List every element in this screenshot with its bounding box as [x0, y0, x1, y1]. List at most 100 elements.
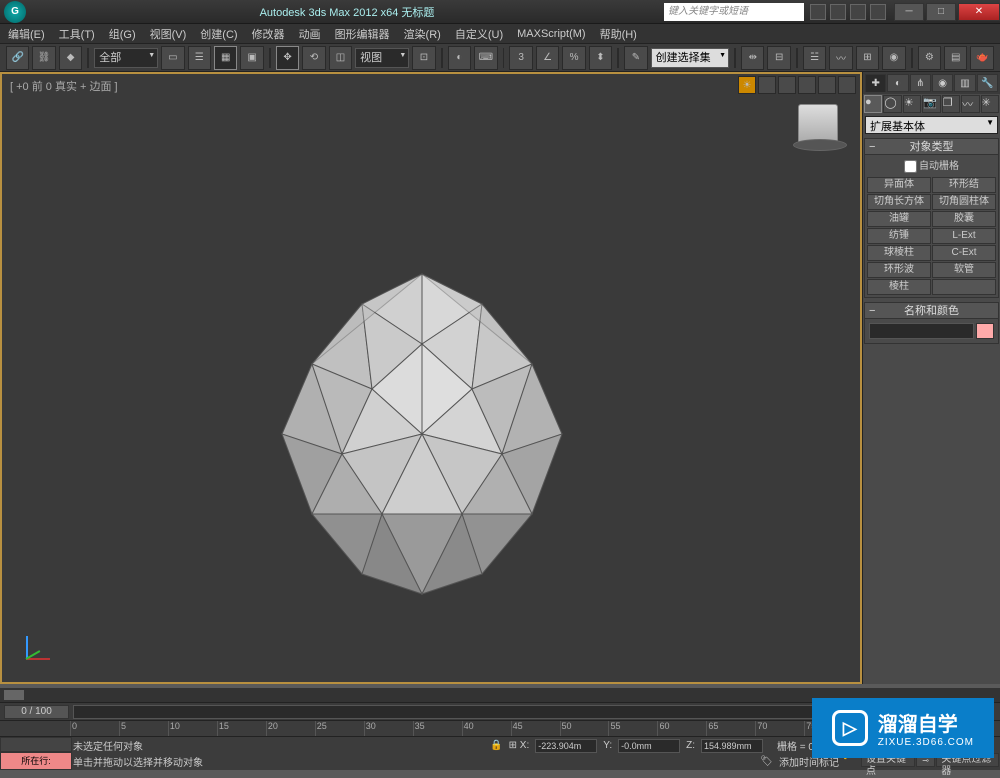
scale-icon[interactable]: ◫ — [329, 46, 352, 70]
link-icon[interactable]: 🔗 — [6, 46, 29, 70]
vp-icon-2[interactable] — [778, 76, 796, 94]
material-icon[interactable]: ◉ — [882, 46, 905, 70]
bind-icon[interactable]: ◆ — [59, 46, 82, 70]
curve-editor-icon[interactable]: 〰 — [829, 46, 852, 70]
rollout-header-namecolor[interactable]: 名称和颜色 — [865, 303, 998, 319]
scrollbar-thumb[interactable] — [4, 690, 24, 700]
angle-snap-icon[interactable]: ∠ — [536, 46, 559, 70]
object-name-input[interactable] — [869, 323, 974, 339]
minimize-button[interactable]: ─ — [894, 3, 924, 21]
menu-edit[interactable]: 编辑(E) — [8, 26, 45, 42]
oiltank-button[interactable]: 油罐 — [867, 211, 931, 227]
app-icon[interactable]: G — [4, 1, 26, 23]
select-rect-icon[interactable]: ▦ — [214, 46, 237, 70]
render-frame-icon[interactable]: ▤ — [944, 46, 967, 70]
comm-icon[interactable] — [850, 4, 866, 20]
z-coord-input[interactable]: 154.989mm — [701, 739, 763, 753]
schematic-icon[interactable]: ⊞ — [856, 46, 879, 70]
search-input[interactable]: 键入关键字或短语 — [664, 3, 804, 21]
help-icon[interactable] — [870, 4, 886, 20]
create-tab[interactable]: ✚ — [865, 74, 886, 92]
modify-tab[interactable]: ◐ — [887, 74, 908, 92]
viewport-label[interactable]: [ +0 前 0 真实 + 边面 ] — [10, 78, 118, 94]
geometry-icon[interactable]: ● — [864, 95, 882, 113]
y-coord-input[interactable]: -0.0mm — [618, 739, 680, 753]
gengon-button[interactable]: 球棱柱 — [867, 245, 931, 261]
spinner-snap-icon[interactable]: ⬍ — [589, 46, 612, 70]
star-icon[interactable] — [830, 4, 846, 20]
prism-button[interactable]: 棱柱 — [867, 279, 931, 295]
align-icon[interactable]: ⊟ — [767, 46, 790, 70]
window-crossing-icon[interactable]: ▣ — [240, 46, 263, 70]
space-icon[interactable]: 〰 — [961, 95, 979, 113]
pivot-icon[interactable]: ⊡ — [412, 46, 435, 70]
light-icon[interactable]: ☀ — [738, 76, 756, 94]
menu-maxscript[interactable]: MAXScript(M) — [517, 28, 585, 40]
spindle-button[interactable]: 纺锤 — [867, 228, 931, 244]
select-icon[interactable]: ▭ — [161, 46, 184, 70]
vp-icon-3[interactable] — [798, 76, 816, 94]
vp-icon-4[interactable] — [818, 76, 836, 94]
utilities-tab[interactable]: 🔧 — [977, 74, 998, 92]
color-swatch[interactable] — [976, 323, 994, 339]
menu-help[interactable]: 帮助(H) — [600, 26, 637, 42]
helpers-icon[interactable]: ❐ — [942, 95, 960, 113]
vp-icon-5[interactable] — [838, 76, 856, 94]
lext-button[interactable]: L-Ext — [932, 228, 996, 244]
script-listener[interactable]: 所在行: — [0, 752, 72, 770]
category-dropdown[interactable]: 扩展基本体 — [865, 116, 998, 134]
chamfercyl-button[interactable]: 切角圆柱体 — [932, 194, 996, 210]
hedra-button[interactable]: 异面体 — [867, 177, 931, 193]
cameras-icon[interactable]: 📷 — [922, 95, 940, 113]
layers-icon[interactable]: ☱ — [803, 46, 826, 70]
hose-button[interactable]: 软管 — [932, 262, 996, 278]
viewport[interactable]: [ +0 前 0 真实 + 边面 ] ☀ — [0, 72, 862, 684]
hierarchy-tab[interactable]: ⋔ — [910, 74, 931, 92]
menu-grapheditors[interactable]: 图形编辑器 — [335, 26, 390, 42]
shapes-icon[interactable]: ◯ — [883, 95, 901, 113]
refcoord-dropdown[interactable]: 视图 — [355, 48, 409, 68]
maximize-button[interactable]: □ — [926, 3, 956, 21]
autogrid-checkbox[interactable] — [904, 160, 917, 173]
ringwave-button[interactable]: 环形波 — [867, 262, 931, 278]
snap-icon[interactable]: 3 — [509, 46, 532, 70]
script-mini[interactable] — [0, 737, 72, 752]
menu-group[interactable]: 组(G) — [109, 26, 136, 42]
menu-customize[interactable]: 自定义(U) — [455, 26, 503, 42]
menu-rendering[interactable]: 渲染(R) — [404, 26, 441, 42]
rotate-icon[interactable]: ⟲ — [302, 46, 325, 70]
rollout-header-objtype[interactable]: 对象类型 — [865, 139, 998, 155]
move-icon[interactable]: ✥ — [276, 46, 299, 70]
named-selset-dropdown[interactable]: 创建选择集 — [651, 48, 729, 68]
mirror-icon[interactable]: ⇹ — [741, 46, 764, 70]
capsule-button[interactable]: 胶囊 — [932, 211, 996, 227]
unlink-icon[interactable]: ⛓ — [32, 46, 55, 70]
render-setup-icon[interactable]: ⚙ — [918, 46, 941, 70]
menu-animation[interactable]: 动画 — [299, 26, 321, 42]
info-icon[interactable] — [810, 4, 826, 20]
vp-icon-1[interactable] — [758, 76, 776, 94]
menu-views[interactable]: 视图(V) — [150, 26, 187, 42]
motion-tab[interactable]: ◉ — [932, 74, 953, 92]
close-button[interactable]: ✕ — [958, 3, 1000, 21]
menu-create[interactable]: 创建(C) — [200, 26, 237, 42]
percent-snap-icon[interactable]: % — [562, 46, 585, 70]
torusknot-button[interactable]: 环形结 — [932, 177, 996, 193]
systems-icon[interactable]: ✳ — [981, 95, 999, 113]
cext-button[interactable]: C-Ext — [932, 245, 996, 261]
frame-indicator[interactable]: 0 / 100 — [4, 705, 69, 719]
select-name-icon[interactable]: ☰ — [188, 46, 211, 70]
display-tab[interactable]: ▥ — [954, 74, 975, 92]
menu-tools[interactable]: 工具(T) — [59, 26, 95, 42]
render-icon[interactable]: 🫖 — [970, 46, 993, 70]
manip-icon[interactable]: ◐ — [448, 46, 471, 70]
lights-icon[interactable]: ☀ — [903, 95, 921, 113]
viewcube[interactable] — [798, 104, 838, 144]
menu-modifiers[interactable]: 修改器 — [252, 26, 285, 42]
keyboard-icon[interactable]: ⌨ — [474, 46, 497, 70]
selection-filter-dropdown[interactable]: 全部 — [94, 48, 158, 68]
x-coord-input[interactable]: -223.904m — [535, 739, 597, 753]
chamferbox-button[interactable]: 切角长方体 — [867, 194, 931, 210]
timeline-track[interactable] — [73, 705, 860, 719]
editnames-icon[interactable]: ✎ — [624, 46, 647, 70]
